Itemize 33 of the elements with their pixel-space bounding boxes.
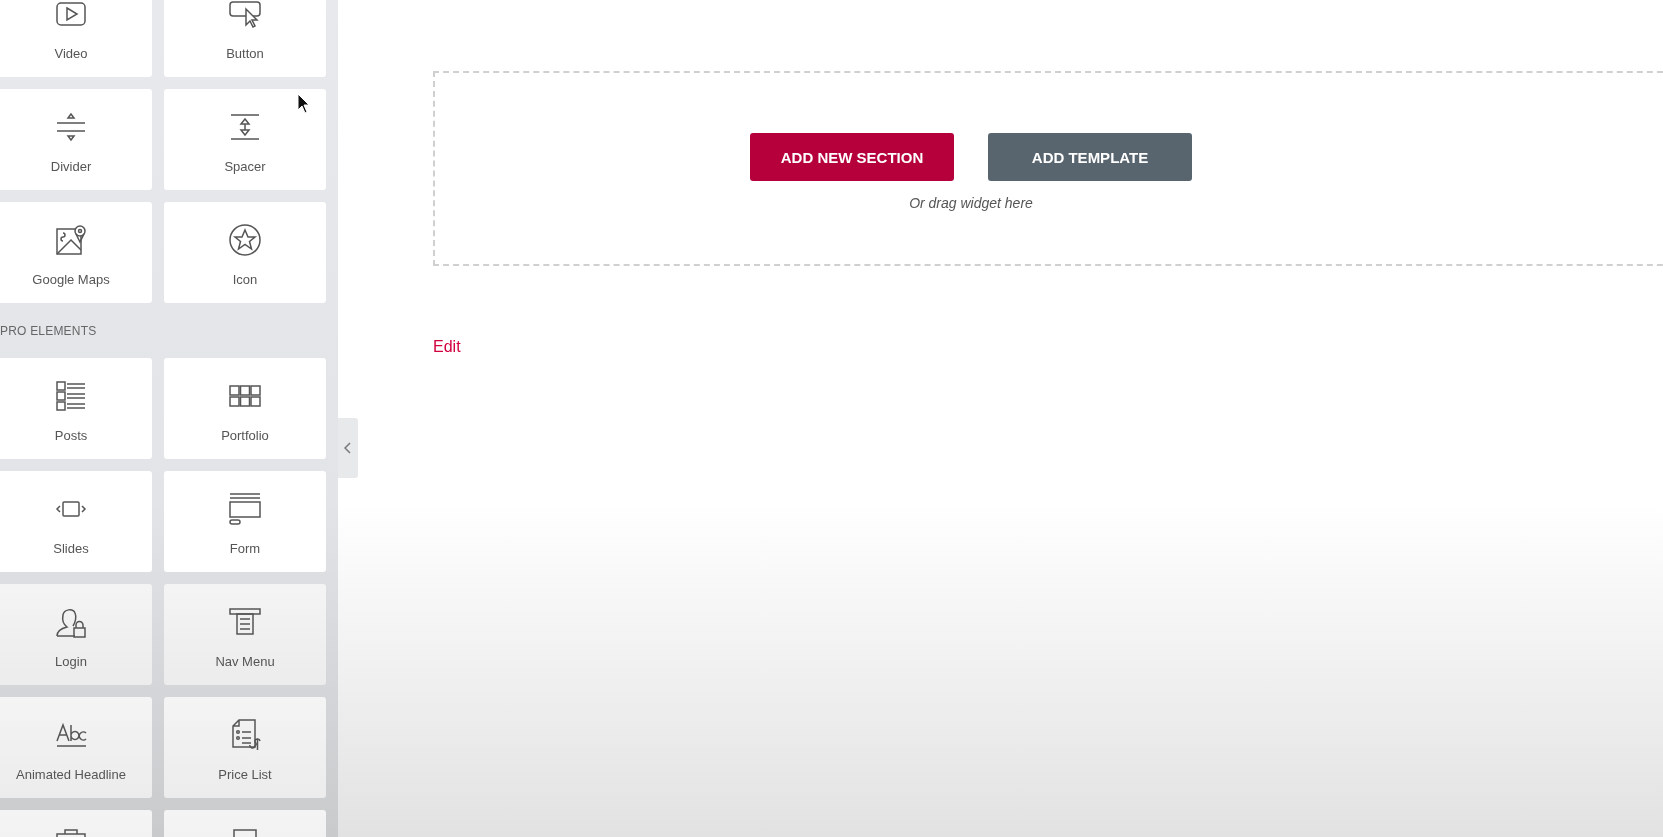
- widget-card[interactable]: Login: [0, 584, 152, 685]
- widget-label: Video: [54, 46, 88, 61]
- widget-card[interactable]: Price List: [164, 697, 326, 798]
- widget-card[interactable]: Animated Headline: [0, 697, 152, 798]
- widget-label: Button: [226, 46, 264, 61]
- drop-hint: Or drag widget here: [909, 195, 1033, 211]
- widget-label: Posts: [54, 428, 88, 443]
- widget-card[interactable]: Video: [0, 0, 152, 77]
- widget-label: Animated Headline: [16, 767, 126, 782]
- widget-label: Login: [55, 654, 87, 669]
- widget-card[interactable]: Button: [164, 0, 326, 77]
- widget-label: Slides: [53, 541, 89, 556]
- widget-label: Icon: [232, 272, 258, 287]
- widget-card[interactable]: Spacer: [164, 89, 326, 190]
- widget-label: Price List: [218, 767, 272, 782]
- widget-card[interactable]: Slides: [0, 471, 152, 572]
- section-title: PRO ELEMENTS: [0, 323, 98, 340]
- widget-label: Portfolio: [221, 428, 269, 443]
- add-template-button[interactable]: ADD TEMPLATE: [988, 133, 1192, 181]
- widget-card[interactable]: Form: [164, 471, 326, 572]
- widget-card[interactable]: Portfolio: [164, 358, 326, 459]
- edit-link[interactable]: Edit: [433, 338, 461, 356]
- widget-label: Divider: [50, 159, 92, 174]
- widget-card[interactable]: Google Maps: [0, 202, 152, 303]
- widget-card[interactable]: Nav Menu: [164, 584, 326, 685]
- widget-label: Nav Menu: [215, 654, 275, 669]
- widget-card[interactable]: Divider: [0, 89, 152, 190]
- widget-label: Google Maps: [32, 272, 110, 287]
- widget-label: Form: [229, 541, 261, 556]
- widget-label: Spacer: [224, 159, 266, 174]
- widget-card[interactable]: Posts: [0, 358, 152, 459]
- widget-card[interactable]: Icon: [164, 202, 326, 303]
- add-section-button[interactable]: ADD NEW SECTION: [750, 133, 954, 181]
